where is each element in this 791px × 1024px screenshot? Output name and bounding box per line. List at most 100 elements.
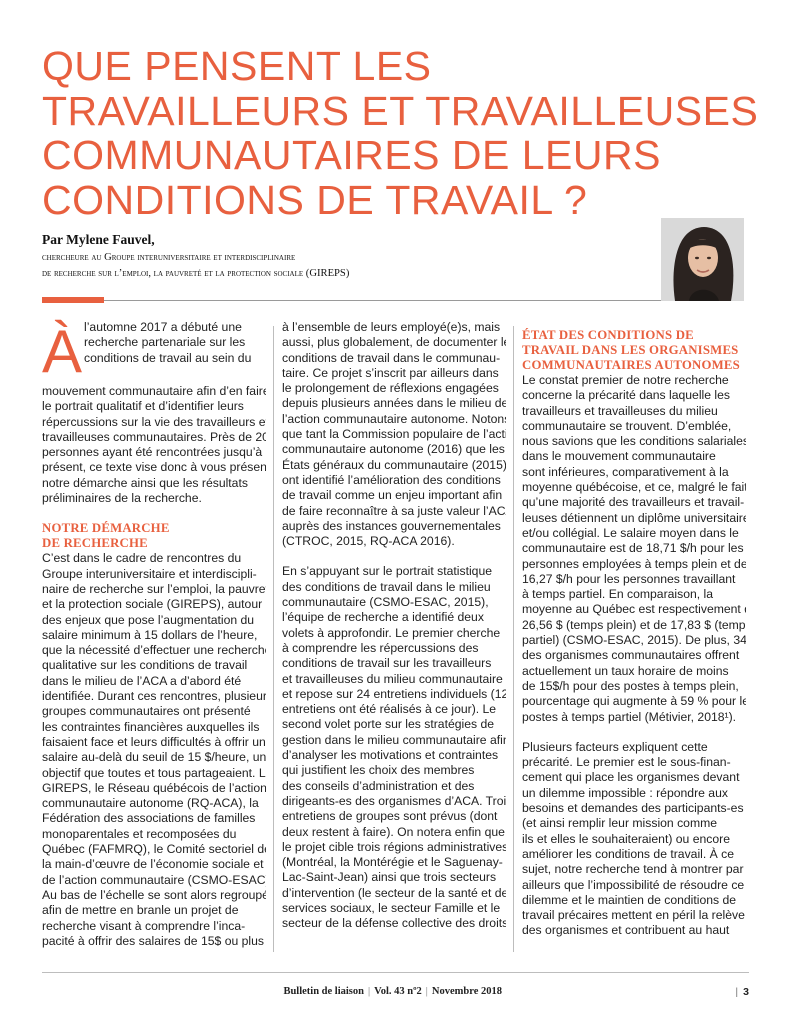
text-line: des conseils d’administration et des [282,778,475,793]
body-paragraph: C’est dans le cadre de rencontres du Gro… [42,551,266,949]
text-line: conditions de travail dans le communau- [282,350,501,365]
text-line: besoins et demandes des participants-es [522,801,744,816]
text-line: et repose sur 24 entretiens individuels … [282,686,506,701]
footer-date: Novembre 2018 [431,986,502,997]
text-line: Au bas de l’échelle se sont alors regrou… [42,887,266,902]
text-line: la main-d’œuvre de l’économie sociale et [42,857,264,872]
text-line: des organismes communautaires offrent [522,648,740,663]
text-line: pourcentage qui augmente à 59 % pour les [522,694,746,709]
text-line: des organismes et contribuent au haut [522,923,730,938]
text-line: concerne la précarité dans laquelle les [522,388,730,403]
text-line: ont identifié l’amélioration des conditi… [282,472,501,487]
column-3: État des conditions de travail dans les … [522,320,746,939]
text-line: travail précaires mettent en péril la re… [522,908,745,923]
text-line: conditions de travail sur les travailleu… [282,656,492,671]
text-line: l’action communautaire autonome. Notons [282,411,506,426]
text-line: cement qui place les organismes devant [522,770,740,785]
text-line: Plusieurs facteurs expliquent cette [522,739,708,754]
text-line: l’automne 2017 a débuté une [84,320,242,334]
text-line: communautaire autonome (RQ-ACA), la [42,796,259,811]
text-line: de faire reconnaître à sa juste valeur l… [282,503,506,518]
section-heading-etat: État des conditions de travail dans les … [522,328,746,373]
text-line: 16,27 $/h pour les personnes travaillant [522,571,736,586]
text-line: des enjeux que pose l’augmentation du [42,612,255,627]
text-line: entretiens ont été réalisés à ce jour). … [282,702,497,717]
text-line: à comprendre les répercussions des [282,640,479,655]
text-line: de travail comme un enjeu important afin [282,488,503,503]
heading-line: Notre démarche [42,521,170,536]
text-line: mouvement communautaire afin d’en faire [42,384,266,398]
heading-line: État des conditions de [522,328,694,342]
text-line: travailleuses communautaires. Près de 20 [42,429,266,444]
title-line: CONDITIONS DE TRAVAIL ? [42,176,588,223]
text-line: de 15$/h pour des postes à temps plein, [522,678,739,693]
text-line: entretiens de groupes sont prévus (dont [282,809,498,824]
text-line: qu’une majorité des travailleurs et trav… [522,495,745,510]
author-affiliation: chercheure au Groupe interuniversitaire … [42,250,642,281]
text-line: communautaire autonome (2016) que les [282,442,505,457]
text-line: moyenne québécoise, et ce, malgré le fai… [522,480,746,495]
text-line: communautaire se trouvent. D’emblée, [522,418,732,433]
text-line: actuellement un taux horaire de moins [522,663,729,678]
text-line: Groupe interuniversitaire et interdiscip… [42,566,257,581]
text-line: naire de recherche sur l’emploi, la pauv… [42,581,266,596]
text-line: GIREPS, le Réseau québécois de l’action [42,780,266,795]
text-line: les contraintes financières auxquelles i… [42,719,260,734]
text-line: États généraux du communautaire (2015) [282,457,506,472]
text-line: nous savions que les conditions salarial… [522,434,746,449]
text-line: secteur de la défense collective des dro… [282,916,506,931]
text-line: et la protection sociale (GIREPS), autou… [42,597,263,612]
text-line: à l’ensemble de leurs employé(e)s, mais [282,320,501,334]
title-rule-accent [42,297,104,303]
footer-volume: Vol. 43 nº2 [374,986,422,997]
text-line: partiel) (CSMO-ESAC, 2015). De plus, 34 … [522,633,746,648]
column-2: à l’ensemble de leurs employé(e)s, mais … [282,320,506,932]
text-line: personnes employées à temps plein et de [522,556,746,571]
text-line: sont inférieures, comparativement à la [522,464,729,479]
text-line: En s’appuyant sur le portrait statistiqu… [282,564,493,579]
text-line: communautaire est de 18,71 $/h pour les [522,541,744,556]
body-paragraph: à l’ensemble de leurs employé(e)s, mais … [282,320,506,549]
text-line: C’est dans le cadre de rencontres du [42,551,242,566]
column-divider [273,326,274,952]
text-line: le projet cible trois régions administra… [282,839,506,854]
text-line: salaire minimum à 15 dollars de l’heure, [42,627,258,642]
author-name: Par Mylene Fauvel, [42,232,155,247]
text-line: le portrait qualitatif et d’identifier l… [42,399,244,414]
text-line: d’analyser les motivations et contrainte… [282,748,499,763]
text-line: dans le mouvement communautaire [522,449,716,464]
page-title: QUE PENSENT LES TRAVAILLEURS ET TRAVAILL… [42,43,758,223]
text-line: personnes ayant été rencontrées jusqu’à [42,445,263,460]
text-line: à temps partiel. En comparaison, la [522,587,714,602]
footer-separator: | [367,986,371,997]
text-line: ils et elles le souhaiteraient) ou encor… [522,831,730,846]
text-line: pacité à offrir des salaires de 15$ ou p… [42,933,264,948]
title-line: QUE PENSENT LES [42,43,432,89]
text-line: le prolongement de réflexions engagées [282,381,499,396]
text-line: Lac-Saint-Jean) ainsi que trois secteurs [282,870,497,885]
text-line: dilemme et le maintien de conditions de [522,892,737,907]
text-line: Québec (FAFMRQ), le Comité sectoriel de [42,842,266,857]
text-line: présent, ce texte vise donc à vous prése… [42,460,266,475]
text-line: de l’action communautaire (CSMO-ESAC) et [42,872,266,887]
text-line: faisaient face et leurs difficultés à of… [42,734,266,749]
heading-line: de recherche [42,536,148,551]
heading-line: communautaires autonomes [522,358,740,372]
text-line: ailleurs que l’impossibilité de résoudre… [522,877,745,892]
text-line: qui justifient les choix des membres [282,763,475,778]
text-line: travailleurs et travailleuses du milieu [522,403,718,418]
body-paragraph: En s’appuyant sur le portrait statistiqu… [282,564,506,931]
footer-publication: Bulletin de liaison [283,986,364,997]
text-line: objectif que toutes et tous partageaient… [42,765,266,780]
text-line: taire. Ce projet s’inscrit par ailleurs … [282,365,499,380]
author-photo [661,218,744,301]
text-line: recherche partenariale sur les [84,335,246,350]
text-line: second volet porte sur les stratégies de [282,717,495,732]
footer-publication-info: Bulletin de liaison | Vol. 43 nº2 | Novembre… [42,986,502,997]
text-line: et travailleuses du milieu communautaire [282,671,503,686]
text-line: dirigeants-es des organismes d’ACA. Troi… [282,793,506,808]
text-line: depuis plusieurs années dans le milieu d… [282,396,506,411]
affiliation-line: de recherche sur l’emploi, la pauvreté e… [42,267,350,279]
